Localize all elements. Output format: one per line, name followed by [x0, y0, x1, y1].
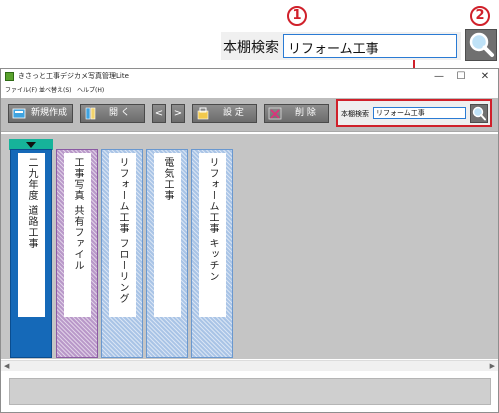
book-spine: 工事写真 共有ファイル: [64, 153, 91, 317]
book-title: リフォーム工事 フローリング: [117, 157, 128, 305]
book-spine: リフォーム工事 キッチン: [199, 153, 226, 317]
book-spine: 電気工事: [154, 153, 181, 317]
menu-file[interactable]: ファイル(F): [5, 85, 37, 94]
open-button-label: 開 く: [109, 108, 130, 118]
callout-marker-2: 2: [470, 6, 490, 26]
search-button[interactable]: [470, 104, 488, 123]
zoomed-search-input[interactable]: リフォーム工事: [283, 34, 457, 58]
book-reform-kitchen[interactable]: リフォーム工事 キッチン: [191, 149, 233, 358]
settings-icon: [197, 107, 209, 120]
book-spine: リフォーム工事 フローリング: [109, 153, 136, 317]
book-spine: 二九年度 道路工事: [18, 153, 45, 317]
horizontal-scrollbar[interactable]: ◀ ▶: [1, 360, 498, 371]
magnifier-icon: [472, 106, 486, 121]
zoomed-search-label: 本棚検索: [223, 40, 279, 56]
window-title: きさっと工事デジカメ写真管理Lite: [18, 72, 129, 80]
scroll-left-icon[interactable]: ◀: [4, 362, 9, 370]
book-shared-photos[interactable]: 工事写真 共有ファイル: [56, 149, 98, 358]
scroll-right-icon[interactable]: ▶: [490, 362, 495, 370]
open-button[interactable]: 開 く: [80, 104, 145, 123]
maximize-button[interactable]: ☐: [454, 71, 468, 83]
next-button[interactable]: >: [171, 104, 185, 123]
search-label: 本棚検索: [341, 110, 369, 118]
app-icon: [5, 72, 14, 81]
delete-icon: [268, 107, 282, 120]
delete-button-label: 削 除: [295, 108, 316, 118]
book-title: 二九年度 道路工事: [26, 157, 37, 250]
minimize-button[interactable]: —: [432, 71, 446, 83]
menu-sort[interactable]: 並べ替え(S): [39, 85, 72, 94]
selected-book-arrow-icon: [26, 142, 36, 148]
book-road-work[interactable]: 二九年度 道路工事: [10, 149, 52, 358]
magnifier-icon: [469, 32, 494, 57]
book-reform-flooring[interactable]: リフォーム工事 フローリング: [101, 149, 143, 358]
new-book-icon: [12, 108, 26, 119]
delete-button[interactable]: 削 除: [264, 104, 329, 123]
status-panel: [9, 378, 491, 405]
zoomed-search-button[interactable]: [465, 29, 497, 61]
menu-bar: ファイル(F) 並べ替え(S) ヘルプ(H): [1, 85, 498, 97]
close-button[interactable]: ✕: [478, 71, 492, 83]
book-title: リフォーム工事 キッチン: [207, 157, 218, 283]
settings-button-label: 設 定: [223, 108, 244, 118]
menu-help[interactable]: ヘルプ(H): [77, 85, 104, 94]
book-electrical-work[interactable]: 電気工事: [146, 149, 188, 358]
search-input[interactable]: リフォーム工事: [373, 107, 466, 119]
prev-button[interactable]: <: [152, 104, 166, 123]
open-book-icon: [85, 107, 96, 120]
settings-button[interactable]: 設 定: [192, 104, 257, 123]
new-button[interactable]: 新規作成: [8, 104, 73, 123]
book-title: 工事写真 共有ファイル: [72, 157, 83, 272]
new-button-label: 新規作成: [31, 108, 68, 118]
callout-marker-1: 1: [287, 6, 307, 26]
book-title: 電気工事: [162, 157, 173, 201]
